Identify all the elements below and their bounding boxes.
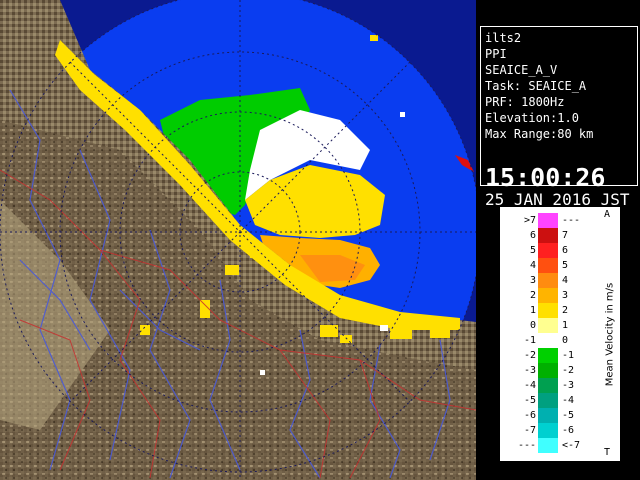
legend-row-lower-label: --- [517, 440, 536, 451]
legend-color-swatch [538, 273, 558, 288]
legend-row: 56 [500, 243, 600, 258]
product-name: SEAICE_A_V [485, 63, 558, 77]
legend-row-upper-label: -4 [562, 395, 575, 406]
legend-color-swatch [538, 423, 558, 438]
legend-row: --- <-7 [500, 438, 600, 453]
elevation-value: Elevation:1.0 [485, 111, 579, 125]
legend-row-lower-label: -1 [523, 335, 536, 346]
radar-map-svg [0, 0, 476, 480]
legend-color-swatch [538, 303, 558, 318]
legend-row-lower-label: -4 [523, 380, 536, 391]
legend-row-lower-label: >7 [523, 215, 536, 226]
legend-row-lower-label: -3 [523, 365, 536, 376]
legend-row-upper-label: 0 [562, 335, 569, 346]
legend-color-swatch [538, 288, 558, 303]
legend-row-upper-label: 7 [562, 230, 569, 241]
legend-color-swatch [538, 438, 558, 453]
legend-row-upper-label: -5 [562, 410, 575, 421]
legend-color-swatch [538, 333, 558, 348]
legend-row: -2 -1 [500, 348, 600, 363]
legend-row: -6 -5 [500, 408, 600, 423]
legend-row-upper-label: 5 [562, 260, 569, 271]
legend-row-lower-label: 1 [529, 305, 536, 316]
legend-row: -3 -2 [500, 363, 600, 378]
legend-color-swatch [538, 348, 558, 363]
legend-row-upper-label: 6 [562, 245, 569, 256]
legend-color-swatch [538, 243, 558, 258]
legend-row: -4 -3 [500, 378, 600, 393]
legend-row: 12 [500, 303, 600, 318]
legend-top-mark: A [604, 209, 611, 220]
radar-ppi-image[interactable] [0, 0, 476, 480]
task-name: Task: SEAICE_A [485, 79, 587, 93]
legend-row-lower-label: -7 [523, 425, 536, 436]
max-range-value: Max Range:80 km [485, 127, 594, 141]
velocity-legend: A >7 --- 6 7 5 6 4 5 3 4 2 3 1 2 0 1 -1 0 -2 -1 -3 -2 -4 -3 -5 -4… [499, 206, 621, 462]
legend-row: >7 --- [500, 213, 600, 228]
site-name: ilts2 [485, 31, 522, 45]
legend-color-swatch [538, 393, 558, 408]
legend-row: -7 -6 [500, 423, 600, 438]
legend-row-lower-label: 6 [529, 230, 536, 241]
legend-row: 23 [500, 288, 600, 303]
legend-row-upper-label: <-7 [562, 440, 581, 451]
legend-color-swatch [538, 258, 558, 273]
legend-row-upper-label: 1 [562, 320, 569, 331]
legend-row-lower-label: 0 [529, 320, 536, 331]
legend-row-lower-label: 5 [529, 245, 536, 256]
legend-row: 45 [500, 258, 600, 273]
legend-color-swatch [538, 213, 558, 228]
legend-row-upper-label: 3 [562, 290, 569, 301]
legend-color-swatch [538, 363, 558, 378]
radar-info-panel: ilts2 PPI SEAICE_A_V Task: SEAICE_A PRF:… [480, 26, 638, 209]
legend-color-swatch [538, 378, 558, 393]
legend-title: Mean Velocity in m/s [604, 282, 616, 387]
legend-row-lower-label: -2 [523, 350, 536, 361]
legend-color-swatch [538, 318, 558, 333]
legend-row: 01 [500, 318, 600, 333]
legend-row: -5 -4 [500, 393, 600, 408]
scan-mode: PPI [485, 47, 507, 61]
legend-row: 34 [500, 273, 600, 288]
legend-row-lower-label: -6 [523, 410, 536, 421]
legend-row-upper-label: -1 [562, 350, 575, 361]
legend-row-upper-label: -6 [562, 425, 575, 436]
legend-row-upper-label: -2 [562, 365, 575, 376]
legend-color-swatch [538, 228, 558, 243]
scan-time: 15:00:26 [485, 163, 606, 192]
legend-color-swatch [538, 408, 558, 423]
legend-row-upper-label: --- [562, 215, 581, 226]
legend-row: -1 0 [500, 333, 600, 348]
legend-row: 67 [500, 228, 600, 243]
legend-row-lower-label: 3 [529, 275, 536, 286]
legend-row-lower-label: 2 [529, 290, 536, 301]
legend-row-upper-label: 2 [562, 305, 569, 316]
prf-value: PRF: 1800Hz [485, 95, 565, 109]
legend-row-upper-label: 4 [562, 275, 569, 286]
legend-row-upper-label: -3 [562, 380, 575, 391]
legend-bottom-mark: T [604, 447, 611, 458]
legend-row-lower-label: 4 [529, 260, 536, 271]
legend-row-lower-label: -5 [523, 395, 536, 406]
